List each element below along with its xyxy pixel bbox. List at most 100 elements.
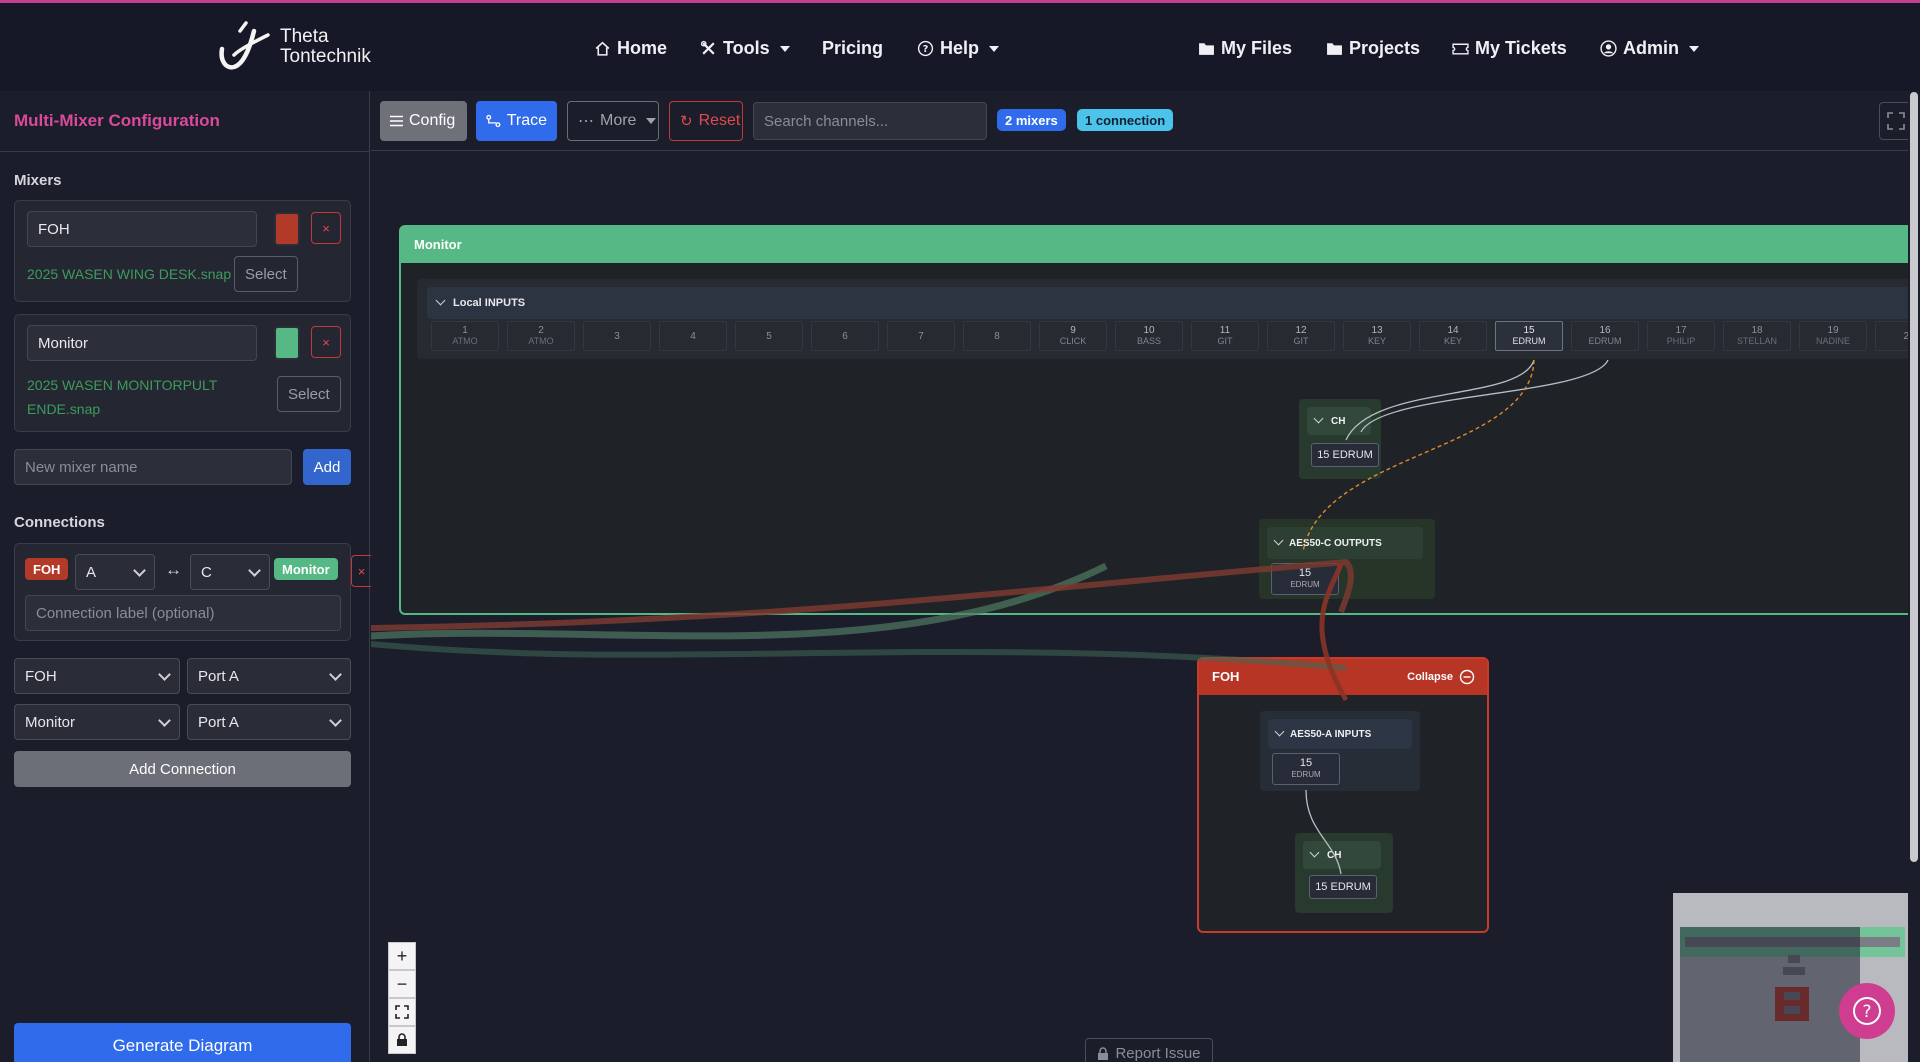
add-mixer-button[interactable]: Add (303, 449, 351, 485)
snapshot-filename: 2025 WASEN WING DESK.snap (27, 266, 232, 282)
nav-projects-label: Projects (1349, 38, 1421, 58)
brand-logo-link[interactable]: Theta Tontechnik (216, 19, 371, 75)
new-connection-port-b-select[interactable]: Port A (187, 704, 351, 740)
mixer-color-swatch[interactable] (274, 326, 300, 360)
chevron-down-icon (1689, 45, 1699, 52)
sidebar-title: Multi-Mixer Configuration (14, 111, 220, 130)
lock-icon (397, 1033, 407, 1046)
fit-view-icon (395, 1005, 409, 1019)
mixer-b-value: Monitor (25, 713, 76, 731)
brand-name: Theta Tontechnik (280, 27, 371, 67)
chevron-down-icon (133, 563, 146, 577)
chevron-down-icon (158, 667, 171, 681)
config-label: Config (409, 112, 456, 129)
zoom-out-button[interactable]: − (388, 970, 416, 998)
trace-label: Trace (506, 112, 547, 129)
new-connection-mixer-b-select[interactable]: Monitor (14, 704, 180, 740)
refresh-icon: ↻ (680, 113, 693, 130)
mixer-card-foh: × 2025 WASEN WING DESK.snap Select (14, 200, 351, 302)
mixer-color-swatch[interactable] (274, 212, 300, 246)
lock-button[interactable] (388, 1026, 416, 1054)
nav-help-label: Help (940, 38, 980, 58)
port-b-value: Port A (198, 713, 239, 731)
signal-wire (1345, 359, 1535, 441)
diagram-canvas[interactable]: Monitor Local INPUTS 1 ATMO 2 ATMO 3 4 5 6 7 8 9 CL… (371, 152, 1920, 1062)
fit-view-button[interactable] (388, 998, 416, 1026)
config-toggle-button[interactable]: Config (380, 101, 467, 141)
minus-icon: − (396, 973, 408, 994)
theta-logo-icon (219, 21, 270, 70)
signal-wire (1360, 359, 1609, 433)
nav-my-tickets[interactable]: My Tickets (1452, 38, 1567, 59)
help-chat-button[interactable]: ? (1839, 983, 1895, 1039)
aes-cable-red[interactable] (371, 558, 1354, 631)
question-circle-icon: ? (1853, 997, 1881, 1025)
ticket-icon (1452, 43, 1469, 55)
new-connection-port-a-select[interactable]: Port A (187, 658, 351, 694)
connection-to-port-select[interactable]: C (190, 554, 270, 590)
menu-icon (390, 115, 403, 127)
chevron-down-icon (248, 563, 261, 577)
connection-label-input[interactable] (25, 595, 341, 631)
reset-label: Reset (698, 112, 741, 129)
report-issue-label: Report Issue (1115, 1044, 1201, 1062)
aes-cable-drop[interactable] (1319, 563, 1349, 702)
snapshot-filename-line-1: 2025 WASEN MONITORPULT (27, 377, 218, 393)
ellipsis-icon: ⋯ (578, 113, 594, 130)
remove-connection-button[interactable]: × (351, 555, 371, 587)
top-navbar: Theta Tontechnik Home Tools Pricing ? He… (0, 3, 1920, 91)
config-sidebar: Multi-Mixer Configuration Mixers × 2025 … (0, 91, 371, 1062)
aes-cable-return[interactable] (371, 641, 1347, 671)
connections-count-badge: 1 connection (1077, 109, 1174, 131)
nav-home[interactable]: Home (594, 38, 667, 59)
snapshot-filename: 2025 WASEN MONITORPULT ENDE.snap (27, 373, 217, 421)
nav-tools[interactable]: Tools (700, 38, 790, 59)
reset-button[interactable]: ↻ Reset (669, 101, 743, 141)
chevron-down-icon (646, 118, 657, 124)
nav-pricing-label: Pricing (822, 38, 884, 58)
nav-pricing[interactable]: Pricing (822, 38, 883, 59)
connection-from-port-select[interactable]: A (75, 554, 155, 590)
connection-to-port-value: C (201, 563, 212, 581)
bidirectional-arrow-icon: ↔ (165, 560, 182, 579)
folder-icon (1327, 43, 1342, 55)
lock-icon (1098, 1046, 1109, 1060)
trace-button[interactable]: Trace (476, 101, 557, 141)
more-dropdown-button[interactable]: ⋯ More (567, 101, 659, 141)
nav-projects[interactable]: Projects (1326, 38, 1420, 59)
new-connection-mixer-a-select[interactable]: FOH (14, 658, 180, 694)
snapshot-filename-line-2: ENDE.snap (27, 401, 101, 417)
folder-icon (1199, 43, 1214, 55)
nav-my-files[interactable]: My Files (1198, 38, 1292, 59)
scrollbar-thumb[interactable] (1910, 92, 1918, 862)
nav-help[interactable]: ? Help (917, 38, 1000, 59)
generate-diagram-button[interactable]: Generate Diagram (14, 1023, 351, 1062)
chevron-down-icon (989, 45, 1000, 52)
signal-wire (1305, 789, 1342, 875)
search-channels-input[interactable] (753, 102, 987, 140)
connection-from-badge: FOH (25, 558, 69, 580)
close-icon: × (322, 220, 330, 236)
zoom-in-button[interactable]: + (388, 942, 416, 970)
more-label: More (600, 112, 637, 129)
mixer-name-input[interactable] (27, 211, 257, 247)
connection-card: FOH A ↔ C Monitor × (14, 543, 371, 641)
select-snapshot-button[interactable]: Select (234, 256, 298, 292)
connection-to-badge: Monitor (274, 558, 338, 580)
mixers-count-badge: 2 mixers (997, 109, 1066, 131)
add-connection-button[interactable]: Add Connection (14, 751, 351, 787)
home-icon (595, 41, 610, 56)
user-circle-icon (1600, 40, 1617, 57)
mixer-name-input[interactable] (27, 325, 257, 361)
nav-admin-label: Admin (1623, 38, 1679, 58)
report-issue-button[interactable]: Report Issue (1085, 1038, 1213, 1062)
select-snapshot-button[interactable]: Select (277, 376, 341, 412)
close-icon: × (357, 563, 366, 579)
mixer-card-monitor: × 2025 WASEN MONITORPULT ENDE.snap Selec… (14, 314, 351, 432)
trace-wire (1302, 359, 1535, 553)
remove-mixer-button[interactable]: × (311, 212, 341, 244)
remove-mixer-button[interactable]: × (311, 326, 341, 358)
new-mixer-name-input[interactable] (14, 449, 292, 485)
nav-admin[interactable]: Admin (1600, 38, 1699, 59)
chevron-down-icon (158, 713, 171, 727)
